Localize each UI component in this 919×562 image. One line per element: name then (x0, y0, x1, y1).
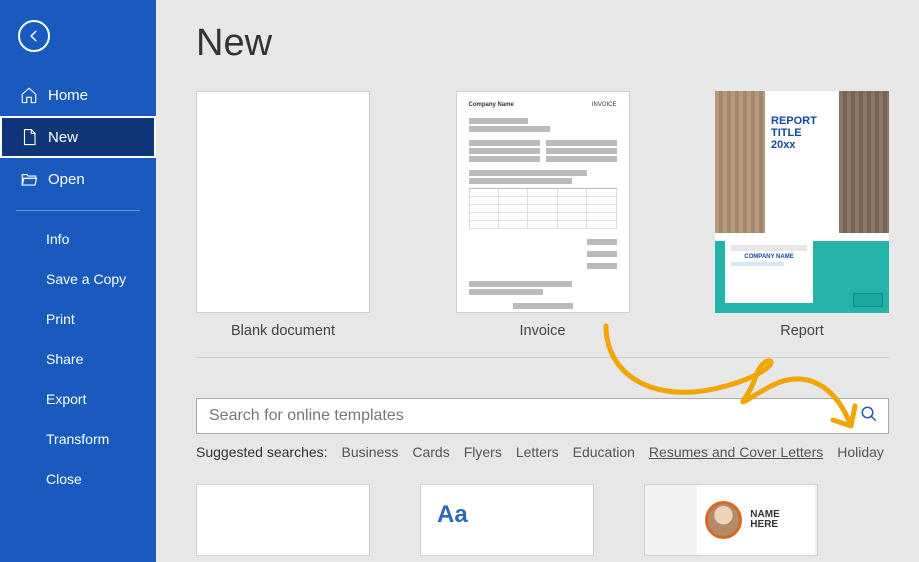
backstage-sidebar: Home New Open Info Save a Copy Print Sha… (0, 0, 156, 562)
sidebar-item-print[interactable]: Print (0, 299, 156, 339)
template-search[interactable] (196, 398, 889, 434)
suggested-searches: Suggested searches: Business Cards Flyer… (196, 444, 889, 460)
sidebar-divider (16, 210, 140, 211)
home-icon (20, 86, 38, 104)
sidebar-item-new[interactable]: New (0, 116, 156, 158)
sidebar-item-open[interactable]: Open (0, 158, 156, 200)
suggest-business[interactable]: Business (342, 444, 399, 460)
sidebar-item-saveacopy[interactable]: Save a Copy (0, 259, 156, 299)
report-subtitle-text: 20xx (771, 139, 795, 151)
template-thumbnail[interactable]: NAME HERE (644, 484, 818, 556)
resume-name: NAME HERE (750, 510, 809, 531)
sidebar-item-label: Open (48, 171, 85, 188)
sidebar-item-transform[interactable]: Transform (0, 419, 156, 459)
template-thumbnail: Company NameINVOICE (456, 91, 630, 313)
template-label: Report (715, 323, 889, 339)
document-icon (20, 128, 38, 146)
suggest-education[interactable]: Education (573, 444, 635, 460)
template-thumbnail[interactable] (196, 484, 370, 556)
back-button[interactable] (18, 20, 50, 52)
suggest-label: Suggested searches: (196, 444, 328, 460)
sidebar-item-share[interactable]: Share (0, 339, 156, 379)
search-input[interactable] (209, 407, 860, 425)
suggest-letters[interactable]: Letters (516, 444, 559, 460)
sidebar-item-home[interactable]: Home (0, 74, 156, 116)
featured-templates: Blank document Company NameINVOICE (196, 91, 889, 339)
suggest-resumes-cover-letters[interactable]: Resumes and Cover Letters (649, 444, 823, 460)
section-divider (196, 357, 889, 358)
sidebar-item-label: Home (48, 87, 88, 104)
template-invoice[interactable]: Company NameINVOICE (456, 91, 630, 339)
sidebar-item-label: New (48, 129, 78, 146)
template-thumbnail: REPORT TITLE 20xx COMPANY NAME (715, 91, 889, 313)
suggest-cards[interactable]: Cards (412, 444, 449, 460)
template-label: Blank document (196, 323, 370, 339)
report-title-text: REPORT TITLE (771, 115, 817, 139)
sidebar-item-export[interactable]: Export (0, 379, 156, 419)
aa-glyph: Aa (437, 501, 468, 529)
back-arrow-icon (27, 29, 41, 43)
avatar-icon (705, 501, 742, 539)
suggest-flyers[interactable]: Flyers (464, 444, 502, 460)
suggest-holiday[interactable]: Holiday (837, 444, 884, 460)
folder-open-icon (20, 170, 38, 188)
template-thumbnail[interactable]: Aa (420, 484, 594, 556)
template-blank-document[interactable]: Blank document (196, 91, 370, 339)
sidebar-item-info[interactable]: Info (0, 219, 156, 259)
sidebar-item-close[interactable]: Close (0, 459, 156, 499)
more-templates: Aa NAME HERE (196, 484, 889, 556)
template-label: Invoice (456, 323, 630, 339)
search-icon[interactable] (860, 405, 878, 428)
page-title: New (196, 22, 889, 65)
template-thumbnail (196, 91, 370, 313)
main-content: New Blank document Company NameINVOICE (156, 0, 919, 562)
template-report[interactable]: REPORT TITLE 20xx COMPANY NAME Report (715, 91, 889, 339)
